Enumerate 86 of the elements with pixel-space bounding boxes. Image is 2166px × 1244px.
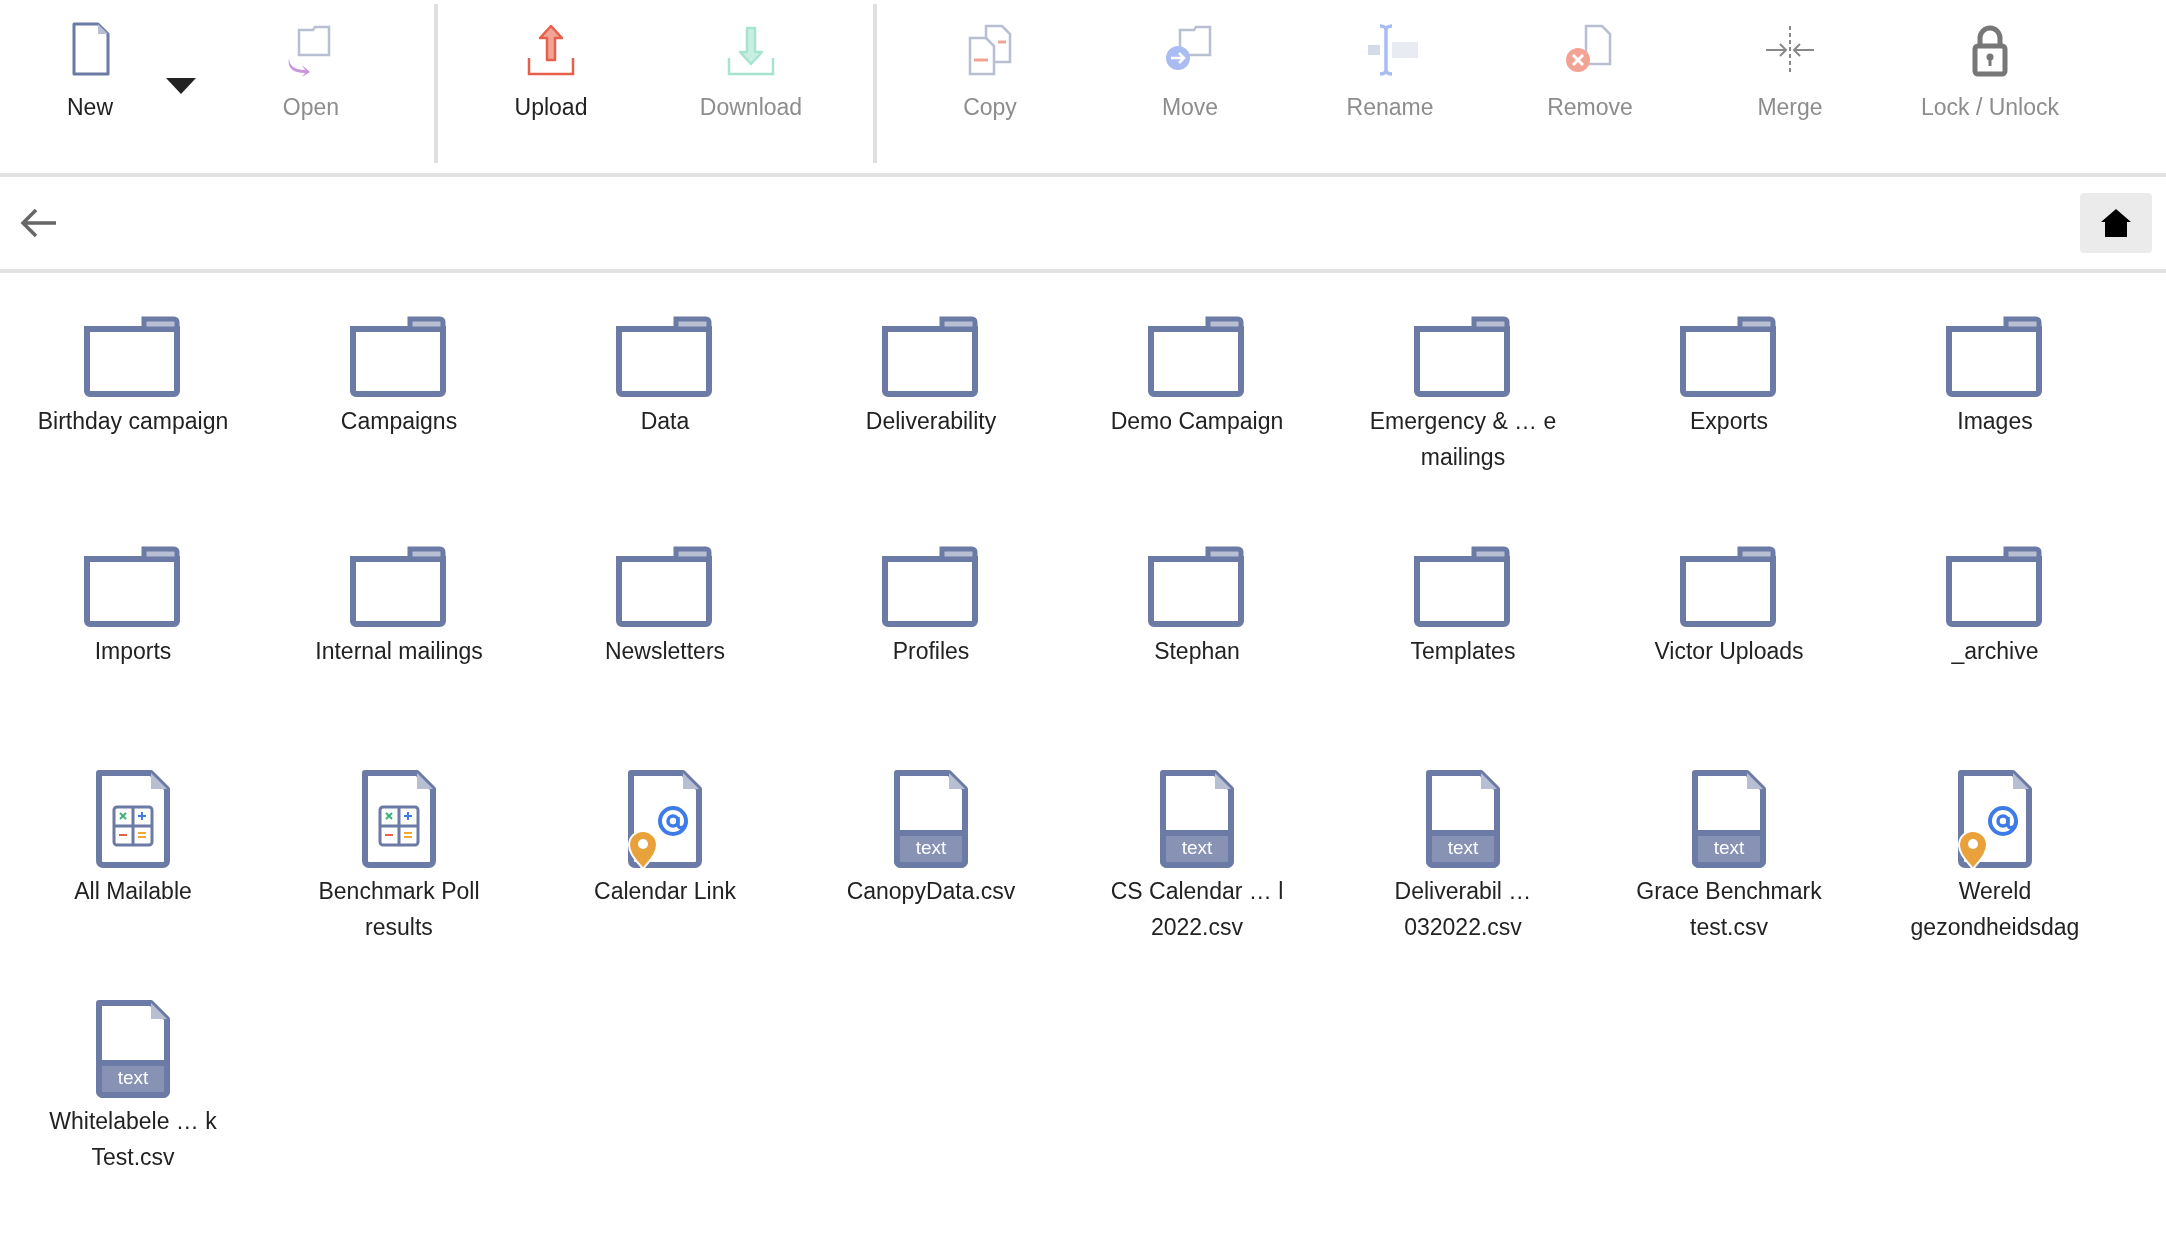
home-icon	[2100, 208, 2132, 238]
folder-item[interactable]: Images	[1862, 295, 2128, 525]
item-name: Stephan	[1154, 637, 1240, 666]
folder-item[interactable]: Demo Campaign	[1064, 295, 1330, 525]
item-name: Internal mailings	[315, 637, 483, 666]
at-sign-file-icon	[627, 769, 703, 869]
folder-icon	[1946, 315, 2044, 397]
text-file-icon	[893, 769, 969, 869]
item-name: Calendar Link	[594, 877, 736, 906]
item-name: All Mailable	[74, 877, 192, 906]
folder-item[interactable]: Exports	[1596, 295, 1862, 525]
folder-icon	[1946, 545, 2044, 627]
folder-icon	[882, 545, 980, 627]
item-name: Imports	[94, 637, 172, 666]
folder-icon	[882, 315, 980, 397]
folder-icon	[350, 315, 448, 397]
file-item[interactable]: All Mailable	[0, 755, 266, 985]
spreadsheet-file-icon	[95, 769, 171, 869]
back-arrow-icon[interactable]	[20, 207, 58, 239]
folder-item[interactable]: _archive	[1862, 525, 2128, 755]
item-name: Data	[640, 407, 690, 436]
item-name: Victor Uploads	[1654, 637, 1804, 666]
folder-item[interactable]: Deliverability	[798, 295, 1064, 525]
at-sign-file-icon	[1957, 769, 2033, 869]
folder-item[interactable]: Imports	[0, 525, 266, 755]
folder-item[interactable]: Campaigns	[266, 295, 532, 525]
item-name: Exports	[1690, 407, 1768, 436]
text-file-icon	[95, 999, 171, 1099]
toolbar-button[interactable]: New	[0, 20, 180, 125]
folder-icon	[1148, 315, 1246, 397]
file-type-label: text	[914, 836, 948, 860]
file-item[interactable]: Calendar Link	[532, 755, 798, 985]
folder-icon	[350, 545, 448, 627]
item-name: Images	[1957, 407, 2033, 436]
file-type-label: text	[1446, 836, 1480, 860]
folder-item[interactable]: Stephan	[1064, 525, 1330, 755]
folder-item[interactable]: Victor Uploads	[1596, 525, 1862, 755]
item-name: Birthday campaign	[37, 407, 229, 436]
file-item[interactable]: text CS Calendar … l 2022.csv	[1064, 755, 1330, 985]
folder-item[interactable]: Profiles	[798, 525, 1064, 755]
text-file-icon	[1691, 769, 1767, 869]
folder-item[interactable]: Data	[532, 295, 798, 525]
file-type-label: text	[1180, 836, 1214, 860]
item-name: Whitelabele … k Test.csv	[49, 1107, 217, 1172]
folder-icon	[1148, 545, 1246, 627]
item-name: Grace Benchmark test.csv	[1636, 877, 1822, 942]
item-name: Deliverabil … 032022.csv	[1394, 877, 1532, 942]
file-type-label: text	[116, 1066, 150, 1090]
file-type-label: text	[1712, 836, 1746, 860]
item-name: Demo Campaign	[1110, 407, 1284, 436]
folder-icon	[1414, 545, 1512, 627]
item-name: Newsletters	[604, 637, 726, 666]
folder-item[interactable]: Birthday campaign	[0, 295, 266, 525]
folder-icon	[84, 315, 182, 397]
folder-icon	[1680, 315, 1778, 397]
item-name: Benchmark Poll results	[318, 877, 480, 942]
folder-icon	[84, 545, 182, 627]
item-name: _archive	[1951, 637, 2039, 666]
caret-icon[interactable]	[166, 78, 196, 94]
folder-icon	[1680, 545, 1778, 627]
folder-item[interactable]: Internal mailings	[266, 525, 532, 755]
text-file-icon	[1159, 769, 1235, 869]
file-item[interactable]: text Whitelabele … k Test.csv	[0, 985, 266, 1215]
item-name: Wereld gezondheidsdag	[1910, 877, 2080, 942]
item-name: Emergency & … e mailings	[1369, 407, 1557, 472]
item-name: Campaigns	[340, 407, 458, 436]
item-name: CS Calendar … l 2022.csv	[1110, 877, 1284, 942]
file-item[interactable]: Wereld gezondheidsdag	[1862, 755, 2128, 985]
folder-item[interactable]: Templates	[1330, 525, 1596, 755]
item-name: Profiles	[892, 637, 970, 666]
folder-item[interactable]: Newsletters	[532, 525, 798, 755]
file-item[interactable]: text Deliverabil … 032022.csv	[1330, 755, 1596, 985]
folder-item[interactable]: Emergency & … e mailings	[1330, 295, 1596, 525]
text-file-icon	[1425, 769, 1501, 869]
home-button[interactable]	[2080, 193, 2152, 253]
folder-icon	[616, 545, 714, 627]
item-name: CanopyData.csv	[846, 877, 1016, 906]
item-name: Deliverability	[865, 407, 997, 436]
spreadsheet-file-icon	[361, 769, 437, 869]
file-item[interactable]: text Grace Benchmark test.csv	[1596, 755, 1862, 985]
file-item[interactable]: text CanopyData.csv	[798, 755, 1064, 985]
folder-icon	[1414, 315, 1512, 397]
toolbar-button[interactable]: Upload	[451, 20, 651, 125]
folder-icon	[616, 315, 714, 397]
item-name: Templates	[1410, 637, 1516, 666]
file-item[interactable]: Benchmark Poll results	[266, 755, 532, 985]
